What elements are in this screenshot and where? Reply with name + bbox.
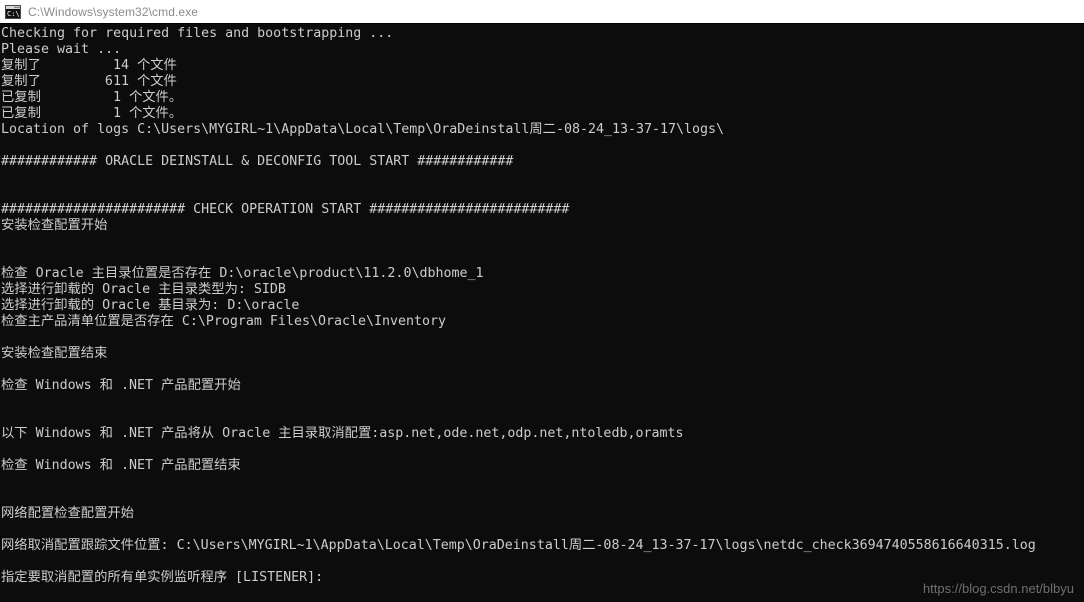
console-line: ####################### CHECK OPERATION … [1, 202, 570, 217]
console-line: 网络取消配置跟踪文件位置: C:\Users\MYGIRL~1\AppData\… [1, 538, 1036, 553]
console-line: 网络配置检查配置开始 [1, 506, 134, 521]
console-line: 检查 Oracle 主目录位置是否存在 D:\oracle\product\11… [1, 266, 484, 281]
console-line: 复制了 14 个文件 [1, 58, 177, 73]
window-title: C:\Windows\system32\cmd.exe [28, 4, 199, 19]
cmd-console-icon: C:\ [5, 4, 21, 20]
console-line: 指定要取消配置的所有单实例监听程序 [LISTENER]: [1, 570, 324, 585]
console-line: 检查 Windows 和 .NET 产品配置结束 [1, 458, 241, 473]
console-line: Location of logs C:\Users\MYGIRL~1\AppDa… [1, 122, 725, 137]
console-line: 复制了 611 个文件 [1, 74, 177, 89]
console-line: 选择进行卸载的 Oracle 基目录为: D:\oracle [1, 298, 300, 313]
console-line: 已复制 1 个文件。 [1, 90, 183, 105]
svg-text:C:\: C:\ [7, 10, 20, 18]
console-text: Checking for required files and bootstra… [1, 26, 1084, 586]
console-line: Checking for required files and bootstra… [1, 26, 394, 41]
console-line: 选择进行卸载的 Oracle 主目录类型为: SIDB [1, 282, 286, 297]
console-line: 检查 Windows 和 .NET 产品配置开始 [1, 378, 241, 393]
cmd-console-window: C:\ C:\Windows\system32\cmd.exe Checking… [0, 0, 1084, 602]
console-output-area[interactable]: Checking for required files and bootstra… [0, 24, 1084, 602]
title-bar[interactable]: C:\ C:\Windows\system32\cmd.exe [0, 0, 1084, 24]
console-line: 安装检查配置结束 [1, 346, 108, 361]
console-line: 已复制 1 个文件。 [1, 106, 183, 121]
console-line: 以下 Windows 和 .NET 产品将从 Oracle 主目录取消配置:as… [1, 426, 684, 441]
console-line: 检查主产品清单位置是否存在 C:\Program Files\Oracle\In… [1, 314, 447, 329]
console-line: ############ ORACLE DEINSTALL & DECONFIG… [1, 154, 514, 169]
console-line: 安装检查配置开始 [1, 218, 108, 233]
watermark-url: https://blog.csdn.net/blbyu [922, 581, 1074, 596]
console-line: Please wait ... [1, 42, 122, 57]
